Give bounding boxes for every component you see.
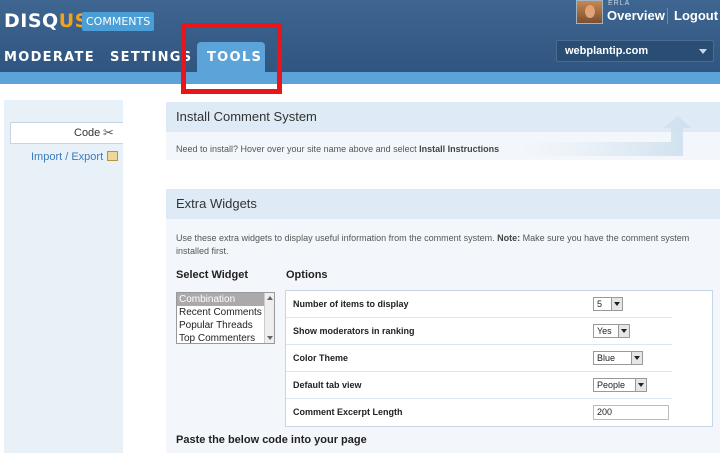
list-item[interactable]: Popular Threads bbox=[177, 319, 274, 332]
chevron-down-icon bbox=[631, 352, 642, 364]
option-name: Color Theme bbox=[293, 353, 349, 363]
top-header: DISQUS COMMENTS ERLA Overview Logout MOD… bbox=[0, 0, 720, 72]
default-tab-select[interactable]: People bbox=[593, 378, 647, 392]
widgets-desc: Use these extra widgets to display usefu… bbox=[176, 233, 690, 256]
chevron-down-icon bbox=[618, 325, 629, 337]
disqus-logo[interactable]: DISQUS bbox=[4, 10, 89, 32]
install-desc: Need to install? Hover over your site na… bbox=[176, 144, 500, 154]
widgets-panel: Extra Widgets Use these extra widgets to… bbox=[166, 189, 720, 453]
table-row: Number of items to display 5 bbox=[286, 291, 672, 318]
sidebar-item-label: Code bbox=[74, 127, 101, 139]
widget-listbox[interactable]: Combination Recent Comments Popular Thre… bbox=[176, 292, 275, 344]
chevron-down-icon bbox=[635, 379, 646, 391]
select-widget-label: Select Widget bbox=[176, 269, 249, 281]
excerpt-length-input[interactable]: 200 bbox=[593, 405, 669, 420]
options-table: Number of items to display 5 Show modera… bbox=[285, 290, 713, 427]
chevron-down-icon bbox=[699, 49, 707, 54]
listbox-scrollbar[interactable] bbox=[264, 293, 274, 343]
tools-icon: ✂ bbox=[103, 125, 114, 140]
table-row: Comment Excerpt Length 200 bbox=[286, 399, 672, 426]
header-divider bbox=[667, 8, 668, 24]
show-moderators-select[interactable]: Yes bbox=[593, 324, 630, 338]
sidebar-item-label: Import / Export bbox=[31, 151, 104, 163]
tab-moderate[interactable]: MODERATE bbox=[4, 50, 95, 65]
subnav-bar bbox=[0, 72, 720, 84]
items-count-select[interactable]: 5 bbox=[593, 297, 623, 311]
option-name: Default tab view bbox=[293, 380, 362, 390]
list-item[interactable]: Combination bbox=[177, 293, 274, 306]
chevron-down-icon bbox=[611, 298, 622, 310]
highlight-box bbox=[181, 23, 282, 94]
logo-badge: COMMENTS bbox=[82, 12, 155, 31]
import-export-icon bbox=[107, 151, 119, 161]
avatar[interactable] bbox=[576, 0, 603, 24]
install-panel: Install Comment System Need to install? … bbox=[166, 102, 720, 160]
option-name: Show moderators in ranking bbox=[293, 326, 415, 336]
site-selector[interactable]: webplantip.com bbox=[556, 40, 714, 62]
list-item[interactable]: Recent Comments bbox=[177, 306, 274, 319]
color-theme-select[interactable]: Blue bbox=[593, 351, 643, 365]
table-row: Color Theme Blue bbox=[286, 345, 672, 372]
username: ERLA bbox=[608, 0, 631, 7]
site-name: webplantip.com bbox=[565, 45, 649, 57]
paste-code-label: Paste the below code into your page bbox=[176, 434, 367, 446]
up-arrow-icon bbox=[521, 116, 691, 156]
option-name: Comment Excerpt Length bbox=[293, 407, 403, 417]
logout-link[interactable]: Logout bbox=[674, 8, 718, 23]
table-row: Default tab view People bbox=[286, 372, 672, 399]
options-label: Options bbox=[286, 269, 328, 281]
sidebar-item-code[interactable]: Code ✂ bbox=[10, 122, 123, 144]
widgets-panel-title: Extra Widgets bbox=[166, 189, 720, 219]
overview-link[interactable]: Overview bbox=[607, 8, 665, 23]
table-row: Show moderators in ranking Yes bbox=[286, 318, 672, 345]
list-item[interactable]: Top Commenters bbox=[177, 332, 274, 345]
sidebar-item-import-export[interactable]: Import / Export bbox=[31, 151, 119, 163]
option-name: Number of items to display bbox=[293, 299, 409, 309]
